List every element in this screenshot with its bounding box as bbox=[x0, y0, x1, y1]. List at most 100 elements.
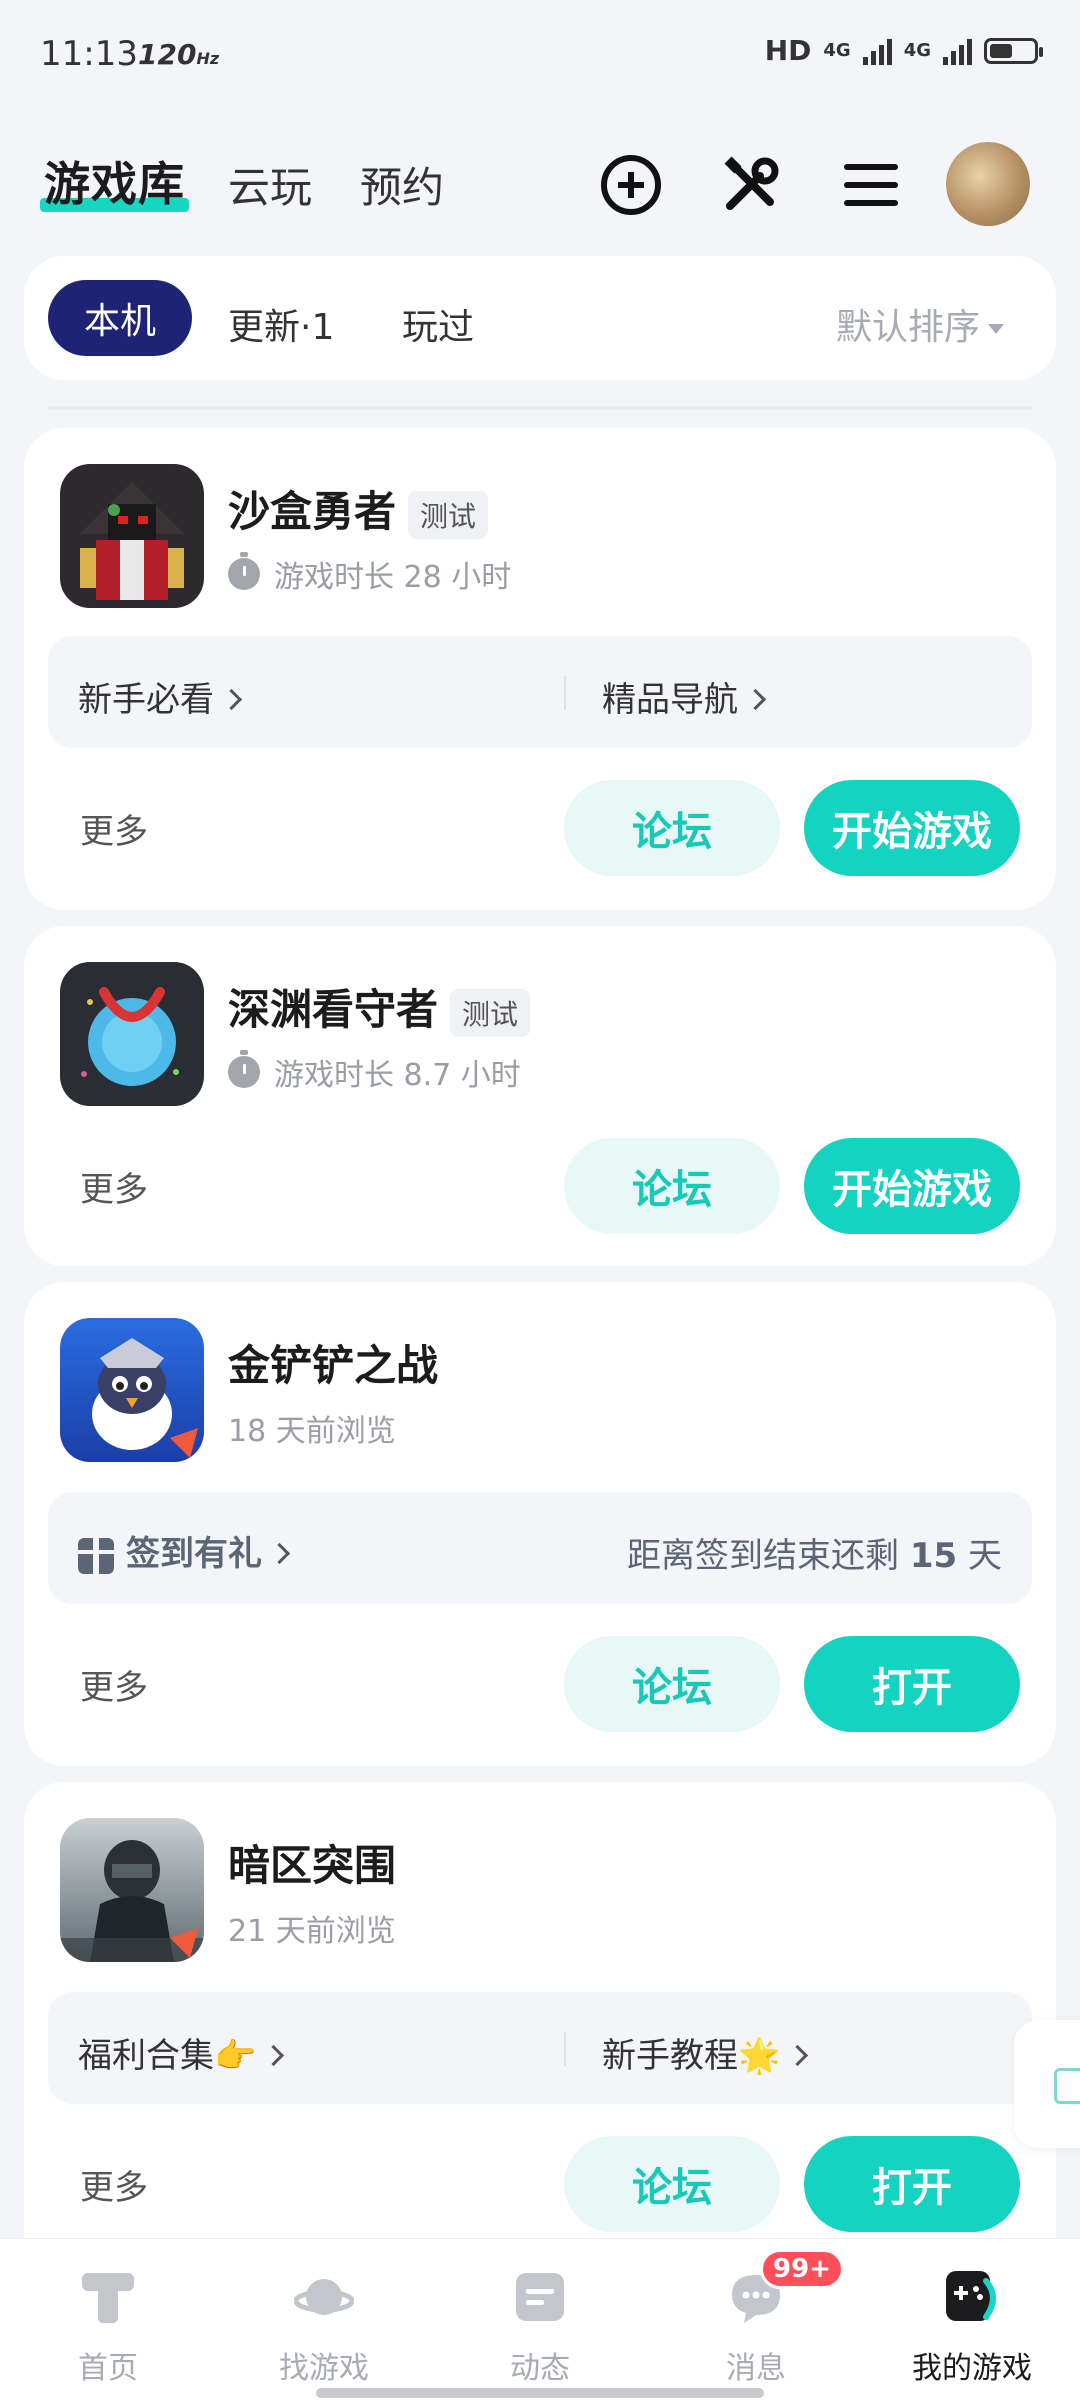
status-bar: 11:13 120Hz HD 4G 4G bbox=[0, 0, 1080, 110]
chevron-right-icon bbox=[220, 688, 243, 711]
filter-bar: 本机 更新·1 玩过 默认排序 bbox=[24, 256, 1056, 380]
play-time: 游戏时长 8.7 小时 bbox=[228, 1050, 521, 1094]
start-game-button[interactable]: 开始游戏 bbox=[804, 780, 1020, 876]
refresh-unit: Hz bbox=[196, 49, 220, 68]
open-button[interactable]: 打开 bbox=[804, 1636, 1020, 1732]
refresh-rate: 120Hz bbox=[138, 38, 219, 71]
game-icon[interactable] bbox=[60, 962, 204, 1106]
tab-game-library[interactable]: 游戏库 bbox=[40, 148, 189, 214]
home-indicator[interactable] bbox=[316, 2388, 764, 2398]
nav-label: 消息 bbox=[726, 2351, 786, 2386]
caret-down-icon bbox=[988, 324, 1004, 334]
gift-icon bbox=[78, 1537, 114, 1574]
net-type-2: 4G bbox=[903, 40, 931, 61]
add-circle-icon[interactable] bbox=[596, 150, 666, 220]
chip-updates[interactable]: 更新·1 bbox=[228, 298, 334, 350]
start-game-button[interactable]: 开始游戏 bbox=[804, 1138, 1020, 1234]
chip-local[interactable]: 本机 bbox=[48, 280, 192, 356]
test-tag: 测试 bbox=[408, 490, 489, 539]
countdown-suffix: 天 bbox=[968, 1536, 1002, 1576]
nav-discover[interactable]: 找游戏 bbox=[216, 2239, 432, 2401]
stopwatch-icon bbox=[228, 552, 260, 590]
chevron-right-icon bbox=[268, 1542, 291, 1565]
signin-banner[interactable]: 签到有礼 距离签到结束还剩 15 天 bbox=[48, 1492, 1032, 1604]
sort-dropdown[interactable]: 默认排序 bbox=[836, 298, 1004, 350]
game-icon[interactable] bbox=[60, 464, 204, 608]
game-card: 暗区突围 21 天前浏览 福利合集👉 新手教程🌟 更多 论坛 打开 bbox=[24, 1782, 1056, 2282]
feed-icon bbox=[516, 2273, 564, 2321]
link-label: 新手必看 bbox=[78, 680, 214, 720]
avatar[interactable] bbox=[946, 142, 1030, 226]
game-card: 金铲铲之战 18 天前浏览 签到有礼 距离签到结束还剩 15 天 更多 论坛 打… bbox=[24, 1282, 1056, 1766]
nav-feed[interactable]: 动态 bbox=[432, 2239, 648, 2401]
quick-links: 新手必看 精品导航 bbox=[48, 636, 1032, 748]
refresh-value: 120 bbox=[138, 38, 197, 71]
forum-button[interactable]: 论坛 bbox=[564, 1636, 780, 1732]
more-button[interactable]: 更多 bbox=[80, 1162, 148, 1211]
planet-icon bbox=[294, 2279, 354, 2315]
test-tag: 测试 bbox=[450, 988, 531, 1037]
status-time: 11:13 bbox=[40, 34, 138, 74]
countdown-days: 15 bbox=[909, 1536, 958, 1576]
nav-label: 我的游戏 bbox=[912, 2351, 1032, 2386]
game-title: 沙盒勇者 测试 bbox=[228, 478, 489, 539]
nav-label: 动态 bbox=[510, 2351, 570, 2386]
floating-download-tab[interactable] bbox=[1014, 2020, 1080, 2148]
forum-button[interactable]: 论坛 bbox=[564, 780, 780, 876]
nav-home[interactable]: 首页 bbox=[0, 2239, 216, 2401]
play-time-text: 游戏时长 28 小时 bbox=[274, 560, 512, 595]
game-icon[interactable] bbox=[60, 1818, 204, 1962]
tools-icon[interactable] bbox=[716, 150, 786, 220]
battery-icon bbox=[984, 37, 1043, 64]
link-label: 福利合集👉 bbox=[78, 2036, 257, 2076]
link-beginner-guide[interactable]: 新手必看 bbox=[78, 672, 243, 721]
last-viewed: 18 天前浏览 bbox=[228, 1414, 396, 1449]
game-card: 深渊看守者 测试 游戏时长 8.7 小时 更多 论坛 开始游戏 bbox=[24, 926, 1056, 1266]
status-right: HD 4G 4G bbox=[764, 34, 1043, 67]
hd-indicator: HD bbox=[764, 34, 812, 67]
list-top-edge bbox=[48, 406, 1032, 410]
nav-label: 找游戏 bbox=[279, 2351, 369, 2386]
quick-links: 福利合集👉 新手教程🌟 bbox=[48, 1992, 1032, 2104]
nav-label: 首页 bbox=[78, 2351, 138, 2386]
game-name-text: 深渊看守者 bbox=[228, 985, 439, 1034]
nav-messages[interactable]: 99+ 消息 bbox=[648, 2239, 864, 2401]
link-benefits[interactable]: 福利合集👉 bbox=[78, 2028, 285, 2077]
tab-cloud-play[interactable]: 云玩 bbox=[228, 154, 312, 215]
nav-my-games[interactable]: 我的游戏 bbox=[864, 2239, 1080, 2401]
divider bbox=[564, 676, 566, 710]
link-label: 新手教程🌟 bbox=[602, 2036, 781, 2076]
signin-link[interactable]: 签到有礼 bbox=[78, 1526, 291, 1575]
stopwatch-icon bbox=[228, 1050, 260, 1088]
more-button[interactable]: 更多 bbox=[80, 1660, 148, 1709]
chevron-right-icon bbox=[744, 688, 767, 711]
game-title: 金铲铲之战 bbox=[228, 1341, 439, 1390]
countdown-prefix: 距离签到结束还剩 bbox=[627, 1536, 900, 1576]
forum-button[interactable]: 论坛 bbox=[564, 2136, 780, 2232]
game-icon[interactable] bbox=[60, 1318, 204, 1462]
tab-reservation[interactable]: 预约 bbox=[360, 154, 444, 215]
game-name-text: 沙盒勇者 bbox=[228, 487, 397, 536]
more-button[interactable]: 更多 bbox=[80, 2160, 148, 2209]
play-time-text: 游戏时长 8.7 小时 bbox=[274, 1058, 521, 1093]
open-button[interactable]: 打开 bbox=[804, 2136, 1020, 2232]
menu-icon[interactable] bbox=[836, 150, 906, 220]
signin-label: 签到有礼 bbox=[126, 1534, 262, 1574]
chevron-right-icon bbox=[263, 2044, 285, 2067]
game-title: 深渊看守者 测试 bbox=[228, 976, 531, 1037]
more-button[interactable]: 更多 bbox=[80, 804, 148, 853]
chip-played[interactable]: 玩过 bbox=[402, 298, 474, 350]
forum-button[interactable]: 论坛 bbox=[564, 1138, 780, 1234]
net-type-1: 4G bbox=[823, 40, 851, 61]
game-title: 暗区突围 bbox=[228, 1841, 397, 1890]
chevron-right-icon bbox=[787, 2044, 809, 2067]
game-card: 沙盒勇者 测试 游戏时长 28 小时 新手必看 精品导航 更多 论坛 开始游戏 bbox=[24, 428, 1056, 910]
link-premium-nav[interactable]: 精品导航 bbox=[602, 672, 767, 721]
signal-icon bbox=[862, 37, 892, 65]
signal-icon bbox=[943, 37, 972, 65]
download-icon bbox=[1054, 2068, 1080, 2104]
link-tutorial[interactable]: 新手教程🌟 bbox=[602, 2028, 809, 2077]
link-label: 精品导航 bbox=[602, 680, 738, 720]
play-time: 游戏时长 28 小时 bbox=[228, 552, 511, 596]
bottom-nav: 首页 找游戏 动态 99+ 消息 我的游戏 bbox=[0, 2238, 1080, 2401]
